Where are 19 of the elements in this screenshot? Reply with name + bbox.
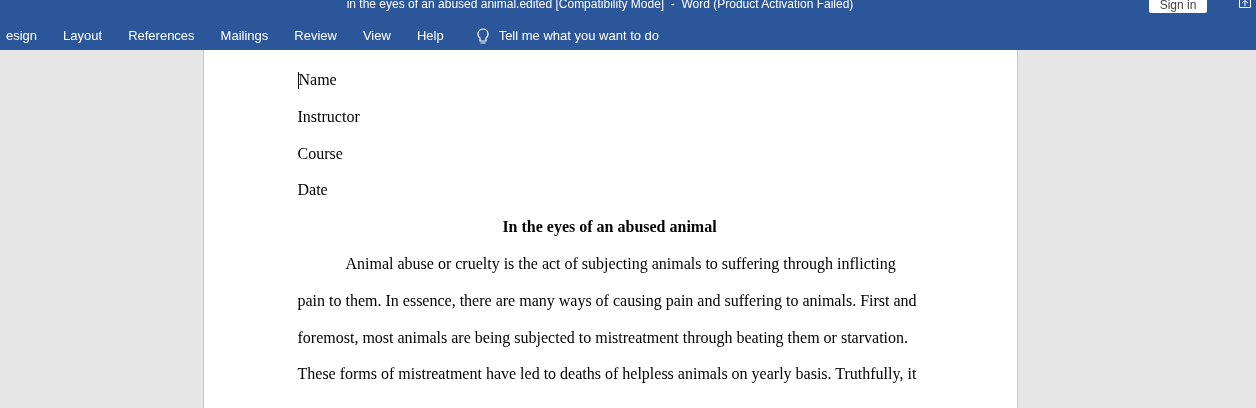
body-paragraph: Animal abuse or cruelty is the act of subjecting animals to suffering through inflicting pain to them. In essence, there are many ways of causing pain and suffering to animals. First and foremost, most animals are being subjected to mistreatment through beating them or starvation. These forms of mistreatment have led to deaths of helpless animals on yearly basis. Truthfully, it bbox=[297, 254, 918, 385]
window-title: in the eyes of an abused animal.edited [Compatibility Mode] - Word (Product Activation Failed) bbox=[346, 0, 854, 13]
document-heading: In the eyes of an abused animal bbox=[501, 217, 718, 238]
ribbon-tab[interactable]: Mailings bbox=[207, 22, 282, 50]
ribbon-tab[interactable]: Help bbox=[403, 22, 457, 50]
header-line: Course bbox=[297, 143, 343, 164]
ribbon-tab[interactable]: View bbox=[349, 22, 404, 50]
ribbon-tab[interactable]: Review bbox=[281, 22, 350, 50]
header-line: Instructor bbox=[297, 106, 360, 127]
ribbon-tab[interactable]: esign bbox=[0, 22, 51, 50]
restore-icon[interactable] bbox=[1239, 0, 1251, 8]
sign-in-button[interactable]: Sign in bbox=[1149, 0, 1207, 13]
header-line: Name bbox=[298, 70, 337, 90]
header-line: Date bbox=[297, 180, 328, 201]
lightbulb-icon bbox=[476, 27, 489, 45]
tell-me-field[interactable]: Tell me what you want to do bbox=[476, 26, 699, 46]
ribbon-tab[interactable]: Layout bbox=[50, 22, 116, 50]
text-cursor bbox=[297, 71, 299, 89]
ribbon-tab[interactable]: References bbox=[115, 22, 208, 50]
